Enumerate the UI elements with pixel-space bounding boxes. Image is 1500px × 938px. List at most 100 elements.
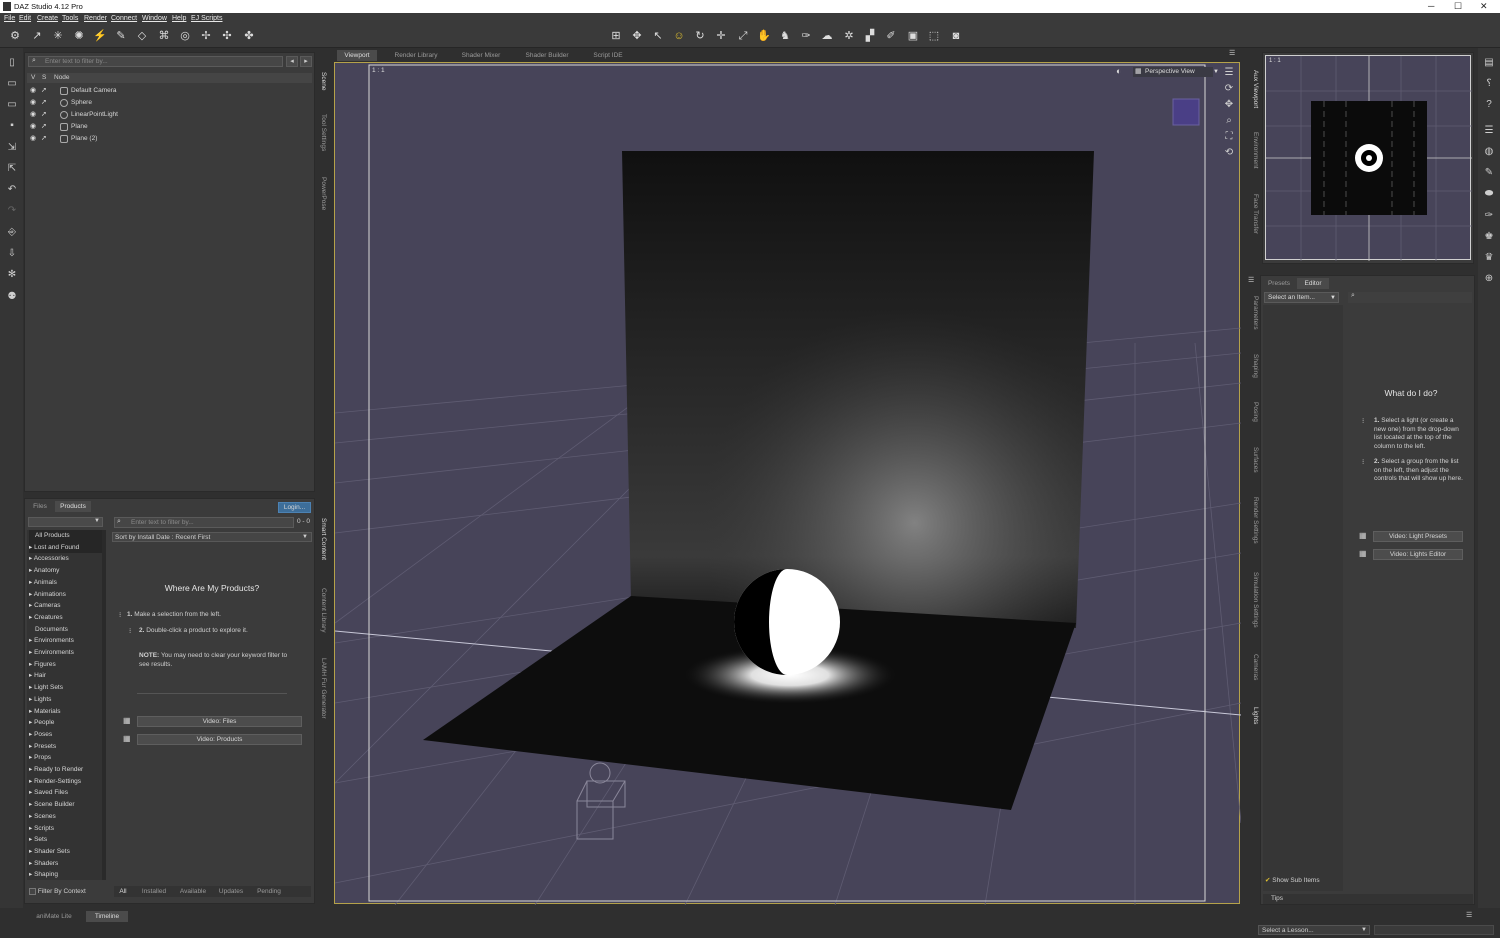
tab-viewport[interactable]: Viewport (337, 50, 377, 61)
scale-tool-icon[interactable]: ⤢ (736, 29, 750, 43)
category-item[interactable]: ▸ Light Sets (29, 682, 104, 694)
tab-shader-builder[interactable]: Shader Builder (517, 50, 577, 61)
drop-to-floor-icon[interactable]: ⇩ (5, 247, 19, 261)
select-arrow-icon[interactable]: ➚ (41, 97, 47, 108)
export-icon[interactable]: ⇱ (5, 162, 19, 176)
minimize-button[interactable]: ─ (1428, 1, 1434, 11)
pane-menu-icon[interactable]: ☰ (1466, 911, 1472, 919)
column-selectable[interactable]: S (42, 73, 46, 83)
region-icon[interactable]: ◎ (178, 29, 192, 43)
figure-reset-icon[interactable]: ⚉ (5, 290, 19, 304)
select-arrow-icon[interactable]: ➚ (41, 85, 47, 96)
active-pose-icon[interactable]: ☺ (672, 29, 686, 43)
weight-brush-icon[interactable]: ✑ (799, 29, 813, 43)
camera-cube-icon[interactable]: ▣ (906, 29, 920, 43)
tab-lights[interactable]: Lights (1248, 707, 1259, 724)
open-file-icon[interactable]: ▭ (5, 77, 19, 91)
category-item[interactable]: ▸ Ready to Render (29, 764, 104, 776)
menu-ej-scripts[interactable]: EJ Scripts (191, 15, 223, 22)
translate-tool-icon[interactable]: ✛ (714, 29, 728, 43)
tab-all[interactable]: All (116, 886, 130, 897)
menu-render[interactable]: Render (84, 15, 107, 22)
tab-pending[interactable]: Pending (252, 886, 286, 897)
category-item[interactable]: ▸ Environments (29, 647, 104, 659)
category-dropdown[interactable]: ▼ (28, 517, 103, 527)
align-icon[interactable]: ⌘ (157, 29, 171, 43)
category-item[interactable]: ▸ Lost and Found (29, 541, 104, 554)
redo-icon[interactable]: ↷ (5, 204, 19, 218)
geometry-sculptor-icon[interactable]: ✎ (114, 29, 128, 43)
move-tool-icon[interactable]: ✥ (630, 29, 644, 43)
menu-window[interactable]: Window (142, 15, 167, 22)
help-icon[interactable]: ? (1482, 98, 1496, 112)
orbit-icon[interactable]: ⟳ (1222, 82, 1236, 96)
menu-connect[interactable]: Connect (111, 15, 137, 22)
tab-timeline[interactable]: Timeline (86, 911, 128, 922)
tab-surfaces[interactable]: Surfaces (1248, 447, 1259, 473)
tab-posing[interactable]: Posing (1248, 402, 1259, 422)
scene-nav-forward-button[interactable]: ▸ (300, 56, 312, 67)
category-item[interactable]: Documents (29, 624, 104, 636)
category-item[interactable]: ▸ Shaders (29, 858, 104, 870)
figure-pose-icon[interactable]: ♞ (778, 29, 792, 43)
tab-content-library[interactable]: Content Library (316, 588, 327, 632)
tab-shaping[interactable]: Shaping (1248, 354, 1259, 378)
zoom-icon[interactable]: ⌕ (1222, 114, 1236, 128)
scene-tool-icon[interactable]: ⚙ (8, 29, 22, 43)
category-item[interactable]: ▸ Anatomy (29, 565, 104, 577)
video-light-presets-button[interactable]: Video: Light Presets (1373, 531, 1463, 542)
tab-shader-mixer[interactable]: Shader Mixer (455, 50, 507, 61)
tab-parameters[interactable]: Parameters (1248, 296, 1259, 330)
tab-products[interactable]: Products (55, 501, 91, 512)
rotate-tool-icon[interactable]: ↻ (693, 29, 707, 43)
category-item[interactable]: ▸ Lights (29, 694, 104, 706)
geometry-selection-icon[interactable]: ▞ (863, 29, 877, 43)
category-item[interactable]: ▸ Hair (29, 670, 104, 682)
help-query-icon[interactable]: ⸮ (1482, 77, 1496, 91)
universal-tool-icon[interactable]: ⊞ (609, 29, 623, 43)
close-button[interactable]: ✕ (1480, 1, 1488, 12)
category-item[interactable]: ▸ Accessories (29, 553, 104, 565)
menu-file[interactable]: File (4, 15, 15, 22)
pose-joint-icon[interactable]: ✋ (757, 29, 771, 43)
eye-icon[interactable]: ◉ (30, 97, 36, 108)
menu-edit[interactable]: Edit (19, 15, 31, 22)
tab-files[interactable]: Files (29, 501, 51, 512)
scene-node-row[interactable]: ◉ ➚ LinearPointLight (27, 109, 312, 120)
frame-icon[interactable]: ⛶ (1222, 130, 1236, 144)
tab-environment[interactable]: Environment (1248, 132, 1259, 169)
view-selector-dropdown[interactable]: ▦ Perspective View ▼ (1133, 67, 1219, 77)
tab-cameras[interactable]: Cameras (1248, 654, 1259, 680)
node-weight-icon[interactable]: ✳ (51, 29, 65, 43)
product-filter-input[interactable]: Enter text to filter by... (114, 517, 294, 528)
category-item[interactable]: ▸ Scenes (29, 811, 104, 823)
viewport-menu-icon[interactable]: ☰ (1222, 66, 1236, 80)
category-item[interactable]: ▸ Presets (29, 741, 104, 753)
light-toggle-icon[interactable]: ◐ (1116, 66, 1121, 76)
pose-icon[interactable]: ♛ (1482, 251, 1496, 265)
category-item[interactable]: ▸ Saved Files (29, 787, 104, 799)
category-item[interactable]: ▸ Shader Sets (29, 846, 104, 858)
column-node[interactable]: Node (54, 73, 70, 83)
scene-node-row[interactable]: ◉ ➚ Default Camera (27, 85, 312, 96)
show-sub-items-checkbox[interactable]: ✔ Show Sub Items (1265, 876, 1320, 884)
column-visible[interactable]: V (31, 73, 35, 83)
video-lights-editor-button[interactable]: Video: Lights Editor (1373, 549, 1463, 560)
category-item[interactable]: ▸ Creatures (29, 612, 104, 624)
pane-menu-icon[interactable]: ☰ (1248, 276, 1254, 284)
category-item[interactable]: ▸ Animations (29, 589, 104, 601)
undo-icon[interactable]: ↶ (5, 183, 19, 197)
scene-node-row[interactable]: ◉ ➚ Plane (2) (27, 133, 312, 144)
category-item[interactable]: ▸ Environments (29, 635, 104, 647)
surfaces-icon[interactable]: ◍ (1482, 145, 1496, 159)
lesson-step-bar[interactable] (1374, 925, 1494, 935)
category-item[interactable]: ▸ Render-Settings (29, 776, 104, 788)
figure-setup-icon[interactable]: ✻ (5, 268, 19, 282)
tab-render-library[interactable]: Render Library (387, 50, 445, 61)
filter-by-context-checkbox[interactable]: Filter By Context (29, 888, 86, 895)
select-arrow-icon[interactable]: ➚ (41, 109, 47, 120)
content-library-icon[interactable]: ▤ (1482, 56, 1496, 70)
parameters-icon[interactable]: ☰ (1482, 124, 1496, 138)
geometry-editor-icon[interactable]: ✺ (72, 29, 86, 43)
checkmark-icon[interactable]: ✔ (1265, 877, 1270, 884)
